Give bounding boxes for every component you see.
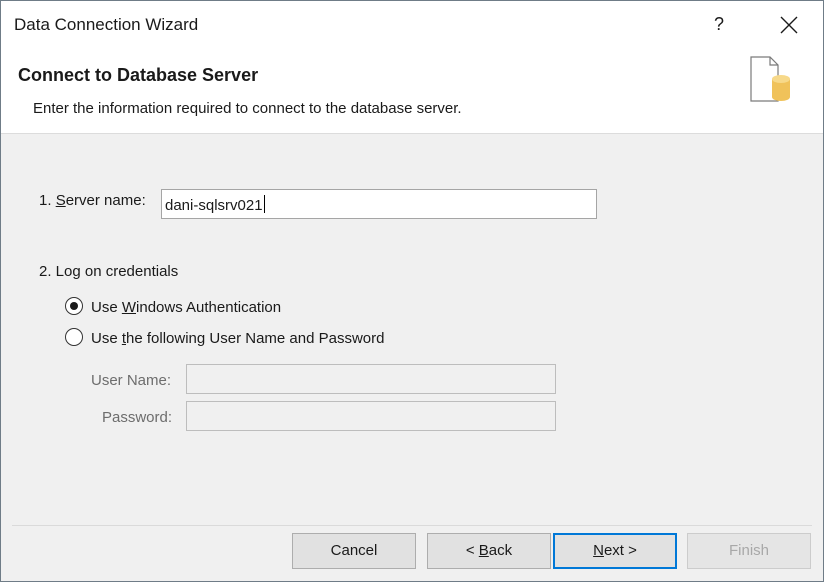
finish-button-label: Finish xyxy=(728,542,769,559)
back-button-label-post: ack xyxy=(488,542,513,559)
cancel-button-label: Cancel xyxy=(330,542,378,559)
windows-auth-label[interactable]: Use Windows Authentication xyxy=(91,299,281,316)
help-button[interactable]: ? xyxy=(699,9,739,41)
password-input[interactable] xyxy=(186,401,556,431)
dialog-window: Data Connection Wizard ? Connect to Data… xyxy=(0,0,824,582)
user-password-label-pre: Use xyxy=(91,330,122,347)
title-bar: Data Connection Wizard ? xyxy=(1,1,823,49)
database-document-icon xyxy=(750,56,790,102)
server-name-label: 1. Server name: xyxy=(39,192,146,209)
back-button[interactable]: < Back xyxy=(427,533,551,569)
user-password-label[interactable]: Use the following User Name and Password xyxy=(91,330,384,347)
windows-auth-radio[interactable] xyxy=(65,297,83,315)
server-name-value: dani-sqlsrv021 xyxy=(165,195,265,214)
windows-auth-label-pre: Use xyxy=(91,299,122,316)
password-label: Password: xyxy=(102,409,173,426)
server-name-input[interactable]: dani-sqlsrv021 xyxy=(161,189,597,219)
credentials-heading: 2. Log on credentials xyxy=(39,263,179,280)
close-icon xyxy=(780,16,798,34)
radio-selected-dot xyxy=(70,302,78,310)
next-button[interactable]: Next > xyxy=(553,533,677,569)
next-button-accesskey: N xyxy=(593,542,604,559)
server-name-label-rest: erver name: xyxy=(65,192,146,209)
window-title: Data Connection Wizard xyxy=(14,15,199,34)
finish-button[interactable]: Finish xyxy=(687,533,811,569)
footer-divider xyxy=(12,525,812,526)
next-button-label-post: ext > xyxy=(603,542,637,559)
server-name-label-prefix: 1. xyxy=(39,192,56,209)
page-title: Connect to Database Server xyxy=(18,65,259,85)
server-name-text: dani-sqlsrv021 xyxy=(165,197,263,214)
username-label: User Name: xyxy=(91,372,172,389)
windows-auth-label-post: indows Authentication xyxy=(136,299,282,316)
close-button[interactable] xyxy=(767,9,811,41)
page-subtitle: Enter the information required to connec… xyxy=(33,100,462,117)
back-button-label-pre: < xyxy=(465,542,479,559)
back-button-accesskey: B xyxy=(478,542,489,559)
text-caret xyxy=(263,195,265,213)
user-password-label-post: he following User Name and Password xyxy=(126,330,385,347)
username-input[interactable] xyxy=(186,364,556,394)
help-icon: ? xyxy=(713,14,724,34)
windows-auth-label-accesskey: W xyxy=(121,299,137,316)
user-password-radio[interactable] xyxy=(65,328,83,346)
server-name-label-accesskey: S xyxy=(55,192,66,209)
cancel-button[interactable]: Cancel xyxy=(292,533,416,569)
wizard-header: Connect to Database Server Enter the inf… xyxy=(1,49,823,134)
